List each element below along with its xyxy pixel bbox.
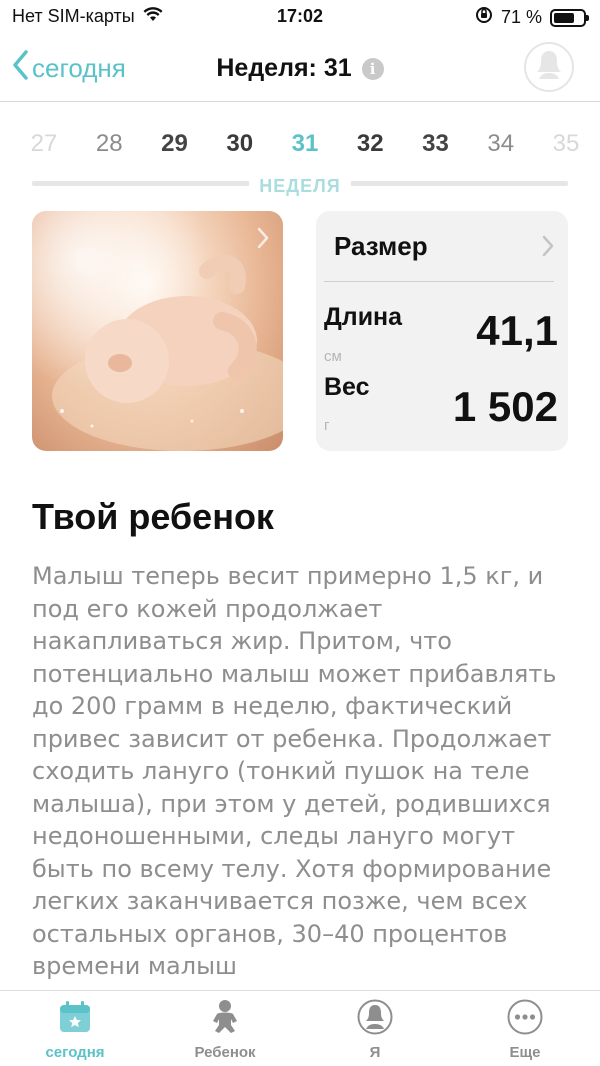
week-item[interactable]: 29	[155, 130, 195, 166]
week-item[interactable]: 34	[481, 130, 521, 166]
tab-label: Еще	[509, 1044, 541, 1061]
section-title: Твой ребенок	[32, 496, 274, 537]
back-button[interactable]: сегодня	[12, 50, 126, 87]
chevron-left-icon	[12, 50, 28, 87]
person-icon	[357, 999, 393, 1040]
weight-unit: г	[324, 417, 330, 434]
baby-icon	[207, 999, 243, 1040]
person-icon	[535, 49, 563, 86]
size-card[interactable]: Размер Длина см 41,1 Вес г 1 502	[316, 211, 568, 451]
week-label-wrap: НЕДЕЛЯ	[0, 176, 600, 197]
back-label: сегодня	[32, 53, 126, 83]
baby-image-card[interactable]	[32, 211, 283, 451]
page-title: Неделя: 31	[216, 54, 352, 82]
status-bar: Нет SIM-карты 17:02 71 %	[0, 0, 600, 36]
status-left: Нет SIM-карты	[12, 6, 163, 27]
length-value: 41,1	[476, 307, 558, 354]
battery-icon	[550, 8, 589, 27]
battery-percent: 71 %	[500, 7, 542, 27]
week-item[interactable]: 32	[350, 130, 390, 166]
nav-bar: сегодня Неделя: 31 i	[0, 36, 600, 102]
baby-illustration	[52, 254, 283, 451]
more-icon	[507, 999, 543, 1040]
orientation-lock-icon	[475, 6, 493, 29]
tab-baby[interactable]: Ребенок	[150, 991, 300, 1066]
calendar-icon	[57, 999, 93, 1040]
week-item-selected[interactable]: 31	[285, 130, 325, 166]
chevron-right-icon	[257, 227, 269, 254]
tab-label: Ребенок	[194, 1044, 256, 1061]
tab-me[interactable]: Я	[300, 991, 450, 1066]
wifi-icon	[143, 6, 163, 27]
divider	[324, 281, 554, 282]
tab-bar: сегодня Ребенок Я Еще	[0, 990, 600, 1066]
tab-label: сегодня	[45, 1044, 105, 1061]
chevron-right-icon	[542, 235, 554, 262]
weight-label: Вес	[324, 373, 370, 401]
status-right: 71 %	[475, 6, 589, 29]
length-label: Длина	[324, 303, 403, 331]
week-label: НЕДЕЛЯ	[249, 176, 351, 197]
week-item[interactable]: 27	[24, 130, 64, 166]
tab-label: Я	[369, 1044, 381, 1061]
tab-more[interactable]: Еще	[450, 991, 600, 1066]
carrier-label: Нет SIM-карты	[12, 6, 135, 26]
info-icon[interactable]: i	[361, 57, 384, 80]
tab-today[interactable]: сегодня	[0, 991, 150, 1066]
battery-fill	[554, 12, 574, 23]
week-item[interactable]: 28	[89, 130, 129, 166]
week-selector: 27 28 29 30 31 32 33 34 35	[0, 130, 600, 166]
profile-button[interactable]	[524, 42, 574, 92]
week-item[interactable]: 33	[416, 130, 456, 166]
week-item[interactable]: 30	[220, 130, 260, 166]
week-item[interactable]: 35	[546, 130, 586, 166]
size-card-title: Размер	[334, 231, 428, 261]
article-body: Малыш теперь весит примерно 1,5 кг, и по…	[32, 562, 557, 980]
length-unit: см	[324, 348, 342, 365]
weight-value: 1 502	[452, 383, 558, 430]
